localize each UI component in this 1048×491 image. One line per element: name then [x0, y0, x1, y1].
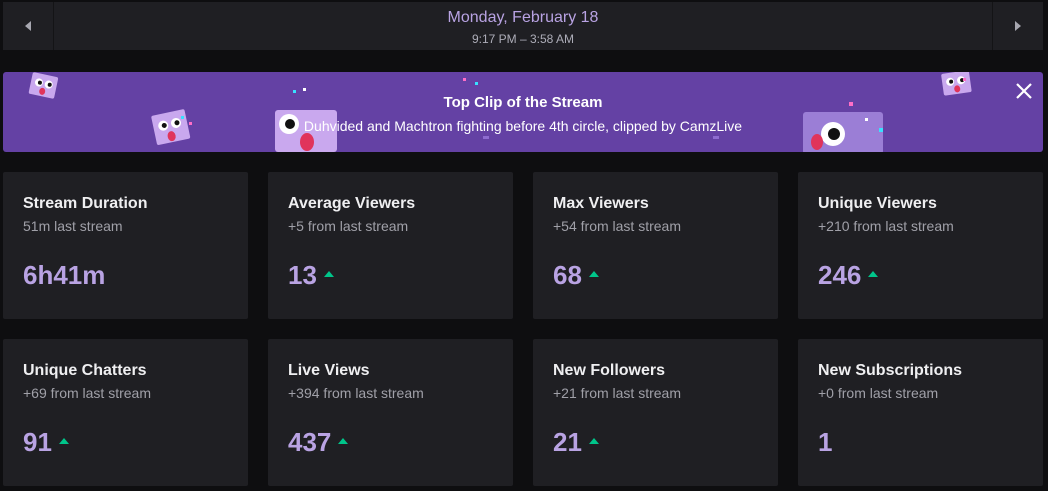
- stat-value: 6h41m: [23, 260, 106, 290]
- chevron-right-icon: [1015, 21, 1021, 31]
- trend-up-icon: [58, 438, 69, 444]
- stat-title: Unique Viewers: [818, 195, 937, 212]
- trend-up-icon: [338, 438, 349, 444]
- stat-value: 21: [553, 427, 582, 457]
- stat-comparison: +54 from last stream: [553, 218, 681, 234]
- stream-time-range: 9:17 PM – 3:58 AM: [471, 32, 575, 46]
- stat-card-stream-duration: Stream Duration 51m last stream 6h41m: [3, 172, 248, 319]
- stat-comparison: +210 from last stream: [818, 218, 954, 234]
- trend-up-icon: [588, 438, 599, 444]
- stat-value: 437: [288, 427, 332, 457]
- trend-up-icon: [868, 271, 879, 277]
- trend-up-icon: [323, 271, 334, 277]
- stat-card-unique-chatters: Unique Chatters +69 from last stream 91: [3, 339, 248, 486]
- stat-value: 13: [288, 260, 317, 290]
- stat-value: 246: [818, 260, 862, 290]
- stream-date-header: Monday, February 18 9:17 PM – 3:58 AM: [53, 2, 993, 50]
- previous-stream-button[interactable]: [3, 2, 54, 50]
- close-icon: [1016, 83, 1032, 99]
- confetti-decoration: [28, 72, 972, 152]
- banner-title: Top Clip of the Stream: [443, 94, 603, 111]
- stat-comparison: 51m last stream: [23, 218, 123, 234]
- stat-title: Average Viewers: [288, 195, 416, 212]
- stat-card-unique-viewers: Unique Viewers +210 from last stream 246: [798, 172, 1043, 319]
- stat-comparison: +394 from last stream: [288, 385, 424, 401]
- stat-card-live-views: Live Views +394 from last stream 437: [268, 339, 513, 486]
- stream-date: Monday, February 18: [447, 9, 599, 26]
- stat-title: Stream Duration: [23, 195, 148, 212]
- stat-value: 91: [23, 427, 52, 457]
- close-banner-button[interactable]: [1013, 80, 1035, 102]
- date-navigation: Monday, February 18 9:17 PM – 3:58 AM: [3, 2, 1043, 50]
- clip-title-link[interactable]: Duhvided and Machtron fighting before 4t…: [3, 118, 1043, 134]
- stat-card-average-viewers: Average Viewers +5 from last stream 13: [268, 172, 513, 319]
- stat-card-new-subscriptions: New Subscriptions +0 from last stream 1: [798, 339, 1043, 486]
- stat-value: 1: [818, 427, 833, 457]
- stat-value: 68: [553, 260, 582, 290]
- stat-card-max-viewers: Max Viewers +54 from last stream 68: [533, 172, 778, 319]
- stat-title: Unique Chatters: [23, 362, 147, 379]
- stat-comparison: +0 from last stream: [818, 385, 939, 401]
- stat-comparison: +69 from last stream: [23, 385, 151, 401]
- stat-comparison: +21 from last stream: [553, 385, 681, 401]
- mascot-icon: [941, 72, 972, 96]
- stat-title: New Subscriptions: [818, 362, 963, 379]
- chevron-left-icon: [25, 21, 31, 31]
- next-stream-button[interactable]: [992, 2, 1043, 50]
- top-clip-banner[interactable]: Top Clip of the Stream Duhvided and Mach…: [3, 72, 1043, 152]
- stat-title: New Followers: [553, 362, 666, 379]
- stat-comparison: +5 from last stream: [288, 218, 409, 234]
- stat-title: Live Views: [288, 362, 370, 379]
- trend-up-icon: [588, 271, 599, 277]
- stat-card-new-followers: New Followers +21 from last stream 21: [533, 339, 778, 486]
- stat-title: Max Viewers: [553, 195, 649, 212]
